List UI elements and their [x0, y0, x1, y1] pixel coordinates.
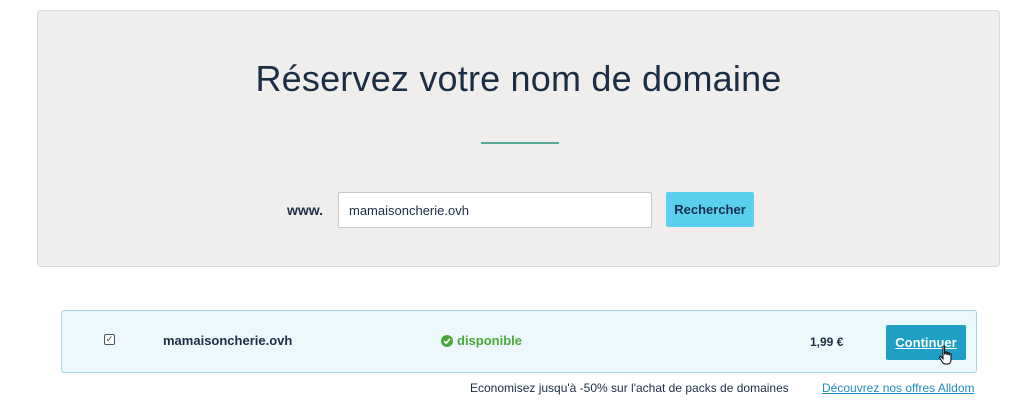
domain-select-checkbox[interactable]: ✓ — [104, 334, 115, 345]
search-button[interactable]: Rechercher — [666, 192, 754, 227]
title-divider — [481, 142, 559, 144]
hand-pointer-cursor-icon — [938, 345, 952, 365]
domain-search-input[interactable] — [338, 192, 652, 228]
domain-price: 1,99 € — [810, 335, 844, 349]
domain-result-row: ✓ mamaisoncherie.ovh disponible 1,99 € C… — [61, 310, 977, 373]
availability-status: disponible — [441, 333, 522, 348]
www-prefix-label: www. — [287, 202, 324, 218]
promo-text: Economisez jusqu'à -50% sur l'achat de p… — [470, 381, 789, 395]
continue-button[interactable]: Continuer — [886, 325, 966, 360]
result-domain-name: mamaisoncherie.ovh — [163, 333, 293, 348]
alldom-offers-link[interactable]: Découvrez nos offres Alldom — [822, 381, 975, 395]
domain-search-panel: Réservez votre nom de domaine www. Reche… — [37, 10, 1000, 267]
page-title: Réservez votre nom de domaine — [255, 58, 782, 99]
check-circle-icon — [441, 334, 453, 347]
availability-status-label: disponible — [457, 333, 522, 348]
